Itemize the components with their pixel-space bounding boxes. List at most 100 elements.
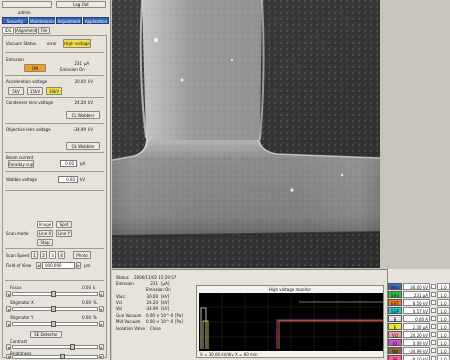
stigmator-x-right-arrow[interactable]: ▸ — [99, 306, 104, 312]
meter-toggle-checkbox[interactable] — [431, 316, 436, 321]
trace-icl — [276, 319, 383, 349]
meter-scale-field[interactable]: 1.0 — [437, 355, 450, 360]
toolbar-left-button[interactable] — [2, 1, 52, 8]
stigmator-y-right-arrow[interactable]: ▸ — [99, 321, 104, 327]
status-vcl-label: Vcl — [116, 300, 123, 305]
brightness-right-arrow[interactable]: ▸ — [99, 354, 104, 359]
se-detector-button[interactable]: SE Detector — [30, 331, 62, 338]
divider — [5, 52, 104, 53]
meter-value: 8.50 kV — [403, 299, 430, 306]
scan-spot-button[interactable]: Spot — [56, 221, 72, 228]
meter-toggle-checkbox[interactable] — [431, 332, 436, 337]
meter-toggle-checkbox[interactable] — [431, 292, 436, 297]
meter-name: SUP — [388, 307, 402, 314]
emission-on-button[interactable]: ON — [24, 64, 46, 72]
meter-name: Iol — [388, 355, 402, 360]
condenser-label: Condenser lens voltage — [6, 100, 54, 105]
stigmator-x-slider-thumb[interactable] — [51, 306, 56, 312]
scan-line-y-button[interactable]: Line Y — [56, 230, 72, 237]
scan-speed-2-button[interactable]: 2 — [40, 251, 47, 259]
stigmator-y-label: Stigmator Y — [10, 315, 34, 320]
acceleration-label: Acceleration voltage — [6, 79, 48, 84]
meter-toggle-checkbox[interactable] — [431, 356, 436, 360]
tab-application[interactable]: Application — [83, 17, 109, 24]
meter-scale-field[interactable]: 1.0 — [437, 299, 450, 306]
brightness-slider-track[interactable] — [12, 355, 98, 359]
meter-toggle-checkbox[interactable] — [431, 340, 436, 345]
preset-15kv-button[interactable]: 15kV — [27, 87, 43, 95]
meter-row-sup: SUP 0.57 kV 1.0 — [388, 307, 450, 315]
focus-left-arrow[interactable]: ◂ — [6, 291, 11, 297]
status-mid-vacuum-label: Mid Vacuum — [116, 319, 141, 324]
fov-down-button[interactable]: ◂ — [36, 262, 41, 269]
contrast-right-arrow[interactable]: ▸ — [99, 344, 104, 350]
meter-scale-field[interactable]: 1.0 — [437, 315, 450, 322]
stigmator-x-left-arrow[interactable]: ◂ — [6, 306, 11, 312]
meter-toggle-checkbox[interactable] — [431, 348, 436, 353]
meter-value: 0.57 kV — [403, 307, 430, 314]
contrast-slider-thumb[interactable] — [70, 344, 75, 350]
subtab-file[interactable]: File — [38, 27, 50, 34]
meter-toggle-checkbox[interactable] — [431, 300, 436, 305]
fov-up-button[interactable]: ▸ — [76, 262, 81, 269]
meter-scale-field[interactable]: 1.0 — [437, 323, 450, 330]
subtab-ids[interactable]: IDS — [2, 27, 14, 34]
field-of-view-input[interactable]: 000.000 — [42, 262, 75, 269]
control-panel: Log Out admin Security Maintenance Adjus… — [0, 0, 111, 360]
contrast-label: Contrast — [10, 339, 28, 344]
scan-line-x-button[interactable]: Line X — [37, 230, 53, 237]
meter-toggle-checkbox[interactable] — [431, 284, 436, 289]
meter-row-b: B 0.00 A 1.0 — [388, 315, 450, 323]
tab-maintenance[interactable]: Maintenance — [29, 17, 56, 24]
meter-row-ext: EXT 8.50 kV 1.0 — [388, 299, 450, 307]
scan-image-button[interactable]: Image — [37, 221, 53, 228]
meter-name: Icl — [388, 339, 402, 346]
condenser-unit: kV — [88, 100, 94, 105]
faraday-cup-button[interactable]: Faraday cup — [8, 160, 34, 168]
sem-image-viewport[interactable] — [112, 0, 380, 268]
preset-5kv-button[interactable]: 5kV — [8, 87, 24, 95]
status-gun-vacuum-unit: [Pa] — [175, 313, 183, 318]
emission-status: Emission On — [60, 67, 85, 72]
objective-label: Objective lens voltage — [6, 127, 51, 132]
field-of-view-label: Field of View — [6, 263, 32, 268]
scan-stop-button[interactable]: Stop — [37, 239, 53, 246]
logout-button[interactable]: Log Out — [56, 1, 106, 8]
stigmator-y-left-arrow[interactable]: ◂ — [6, 321, 11, 327]
focus-slider-thumb[interactable] — [51, 291, 56, 297]
brightness-left-arrow[interactable]: ◂ — [6, 354, 11, 359]
scan-speed-3-button[interactable]: 3 — [49, 251, 56, 259]
hv-monitor-title: High voltage monitor — [268, 287, 312, 292]
wobble-voltage-field[interactable]: 0.00 — [58, 176, 78, 183]
meter-scale-field[interactable]: 1.0 — [437, 347, 450, 354]
status-vcl-unit: [kV] — [161, 300, 170, 305]
scan-speed-1-button[interactable]: 1 — [31, 251, 38, 259]
contrast-left-arrow[interactable]: ◂ — [6, 344, 11, 350]
scan-speed-4-button[interactable]: 4 — [58, 251, 65, 259]
meter-scale-field[interactable]: 1.0 — [437, 331, 450, 338]
subtab-alignment[interactable]: Alignment — [15, 27, 37, 34]
brightness-slider-thumb[interactable] — [60, 354, 65, 359]
contrast-slider-track[interactable] — [12, 345, 98, 349]
high-voltage-button[interactable]: High voltage — [63, 39, 91, 48]
meter-scale-field[interactable]: 1.0 — [437, 339, 450, 346]
meter-scale-field[interactable]: 1.0 — [437, 307, 450, 314]
ol-wobbler-button[interactable]: OL Wobbler — [66, 142, 100, 150]
cl-wobbler-button[interactable]: CL Wobbler — [66, 111, 100, 119]
status-isolation-value: Close — [150, 326, 161, 331]
meter-value: 0.09 kV — [403, 339, 430, 346]
status-emission-state: Emission On — [146, 287, 171, 292]
preset-30kv-button[interactable]: 30kV — [46, 87, 62, 95]
stigmator-y-slider-thumb[interactable] — [51, 321, 56, 327]
meter-toggle-checkbox[interactable] — [431, 324, 436, 329]
meter-toggle-checkbox[interactable] — [431, 308, 436, 313]
tab-security[interactable]: Security — [2, 17, 28, 24]
focus-right-arrow[interactable]: ▸ — [99, 291, 104, 297]
meter-row-vcl: Vcl 24.20 kV 1.0 — [388, 331, 450, 339]
tab-adjustment[interactable]: Adjustment — [56, 17, 82, 24]
meter-row-vol: Vol -34.99 kV 1.0 — [388, 347, 450, 355]
meter-scale-field[interactable]: 1.0 — [437, 291, 450, 298]
meter-scale-field[interactable]: 1.0 — [437, 283, 450, 290]
trace-b — [200, 307, 207, 349]
photo-button[interactable]: Photo — [73, 251, 91, 259]
